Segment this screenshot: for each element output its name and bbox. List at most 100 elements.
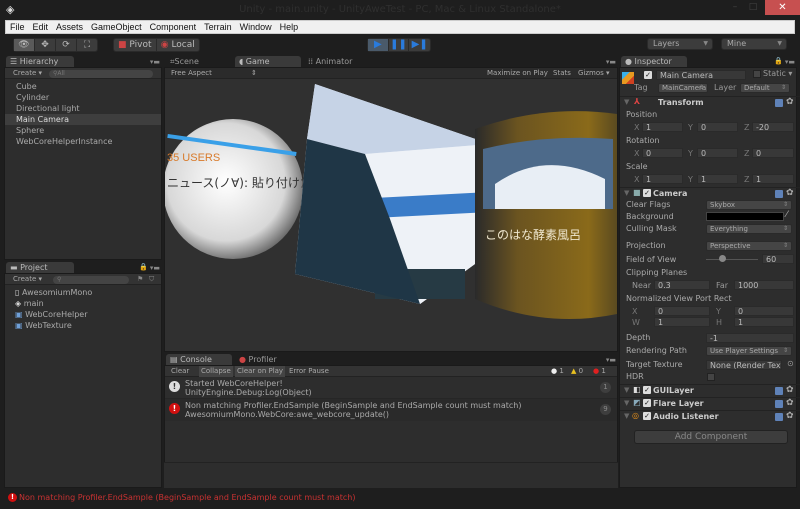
game-render[interactable]: 35 USERS ニュース(ノ∀): 貼り付けた写真 このはな酵素風呂 [165,79,617,351]
flare-layer-header[interactable]: ▼ ◩ ✓ Flare Layer ✿ [620,397,800,409]
far-input[interactable]: 1000 [734,280,794,290]
viewport-x[interactable]: 0 [654,306,710,316]
fov-input[interactable]: 60 [762,254,794,264]
menu-edit[interactable]: Edit [29,21,53,33]
help-book-icon[interactable] [775,190,783,198]
pivot-button[interactable]: ■ Pivot [114,39,157,51]
eyedropper-icon[interactable]: ⁄ [786,210,788,220]
close-button[interactable]: ✕ [765,0,800,15]
filter-label-icon[interactable]: ⛉ [149,274,154,285]
filter-type-icon[interactable]: ⚑ [137,274,143,285]
foldout-arrow-icon[interactable]: ▼ [624,189,629,197]
panel-menu-icon[interactable]: ▾▬ [150,264,160,272]
layer-dropdown[interactable]: Default ⇕ [740,83,790,93]
view-tool-eye-icon[interactable]: 👁 [14,39,35,51]
viewport-h[interactable]: 1 [734,317,794,327]
rotation-y[interactable]: 0 [697,148,738,158]
active-checkbox[interactable]: ✓ [644,71,652,79]
camera-enabled-checkbox[interactable]: ✓ [643,189,651,197]
object-picker-icon[interactable]: ⊙ [787,359,794,368]
menu-window[interactable]: Window [236,21,276,33]
scale-y[interactable]: 1 [697,174,738,184]
maximize-on-play-toggle[interactable]: Maximize on Play [487,68,548,79]
hierarchy-item[interactable]: Cylinder [5,92,161,103]
foldout-arrow-icon[interactable]: ▼ [624,386,629,394]
project-item[interactable]: ▣ WebTexture [5,320,161,331]
add-component-button[interactable]: Add Component [634,430,788,444]
scale-x[interactable]: 1 [642,174,683,184]
clear-button[interactable]: Clear [171,366,189,377]
flare-layer-enabled-checkbox[interactable]: ✓ [643,399,651,407]
help-book-icon[interactable] [775,413,783,421]
static-dropdown[interactable]: Static ▾ [763,69,792,78]
projection-dropdown[interactable]: Perspective ⇕ [706,241,792,251]
audio-listener-enabled-checkbox[interactable]: ✓ [643,412,651,420]
maximize-button[interactable]: □ [746,2,760,14]
lock-icon[interactable]: 🔒 [139,263,148,271]
project-search-input[interactable]: ⚲ [53,276,129,284]
fov-slider-track[interactable] [706,259,758,260]
local-button[interactable]: ◉ Local [157,39,200,51]
gear-icon[interactable]: ✿ [786,189,794,198]
aspect-dropdown[interactable]: Free Aspect ⇕ [171,68,257,79]
menu-component[interactable]: Component [146,21,201,33]
tab-scene[interactable]: ⌗Scene [166,56,232,67]
viewport-w[interactable]: 1 [654,317,710,327]
guilayer-enabled-checkbox[interactable]: ✓ [643,386,651,394]
error-pause-button[interactable]: Error Pause [289,366,329,377]
collapse-button[interactable]: Collapse [199,366,233,377]
panel-menu-icon[interactable]: ▾▬ [150,58,160,66]
help-book-icon[interactable] [775,387,783,395]
move-tool-icon[interactable]: ✥ [35,39,56,51]
hierarchy-search-input[interactable]: ⚲All [49,70,153,78]
audio-listener-header[interactable]: ▼ ◎ ✓ Audio Listener ✿ [620,410,800,422]
static-checkbox[interactable] [753,70,761,78]
gear-icon[interactable]: ✿ [786,98,794,107]
rotation-x[interactable]: 0 [642,148,683,158]
menu-file[interactable]: File [6,21,29,33]
target-texture-field[interactable]: None (Render Text [706,360,782,370]
status-bar[interactable]: ! Non matching Profiler.EndSample (Begin… [0,489,800,509]
foldout-arrow-icon[interactable]: ▼ [624,98,629,106]
clear-on-play-button[interactable]: Clear on Play [235,366,286,377]
gizmos-dropdown[interactable]: Gizmos ▾ [578,68,610,79]
object-name-input[interactable]: Main Camera [656,70,746,80]
warning-count-toggle[interactable]: ▲ 0 [571,366,583,377]
hierarchy-item-selected[interactable]: Main Camera [5,114,161,125]
rotate-tool-icon[interactable]: ⟳ [56,39,77,51]
tab-animator[interactable]: ⁞⁞ Animator [304,56,370,67]
guilayer-header[interactable]: ▼ ◧ ✓ GUILayer ✿ [620,384,800,396]
project-create-button[interactable]: Create ▾ [13,274,42,285]
layers-dropdown[interactable]: Layers ▼ [647,38,713,50]
hdr-checkbox[interactable] [707,373,715,381]
rotation-z[interactable]: 0 [752,148,794,158]
hierarchy-item[interactable]: Directional light [5,103,161,114]
clear-flags-dropdown[interactable]: Skybox ⇕ [706,200,792,210]
tab-console[interactable]: ▤ Console [166,354,232,365]
position-z[interactable]: -20 [752,122,794,132]
camera-header[interactable]: ▼ ■ ✓ Camera ✿ [620,187,800,199]
background-color-swatch[interactable] [706,212,784,221]
tab-profiler[interactable]: ● Profiler [235,354,301,365]
console-entry[interactable]: ! Started WebCoreHelper! UnityEngine.Debu… [165,377,617,399]
fov-slider-thumb[interactable] [718,255,726,262]
gear-icon[interactable]: ✿ [786,386,794,395]
panel-menu-icon[interactable]: ▾▬ [785,58,795,66]
menu-terrain[interactable]: Terrain [200,21,236,33]
play-button[interactable]: ▶ [368,39,389,51]
stats-toggle[interactable]: Stats [553,68,571,79]
menu-gameobject[interactable]: GameObject [87,21,146,33]
menu-help[interactable]: Help [276,21,303,33]
hierarchy-item[interactable]: WebCoreHelperInstance [5,136,161,147]
tab-hierarchy[interactable]: ☰ Hierarchy [6,56,74,67]
culling-mask-dropdown[interactable]: Everything ⇕ [706,224,792,234]
info-count-toggle[interactable]: ● 1 [551,366,564,377]
project-item[interactable]: ◈ main [5,298,161,309]
rendering-path-dropdown[interactable]: Use Player Settings ⇕ [706,346,792,356]
tab-game[interactable]: ◖ Game [235,56,301,67]
scale-z[interactable]: 1 [752,174,794,184]
scale-tool-icon[interactable]: ⛶ [77,39,97,51]
panel-menu-icon[interactable]: ▾▬ [606,58,616,66]
viewport-y[interactable]: 0 [734,306,794,316]
lock-icon[interactable]: 🔒 [774,57,783,65]
